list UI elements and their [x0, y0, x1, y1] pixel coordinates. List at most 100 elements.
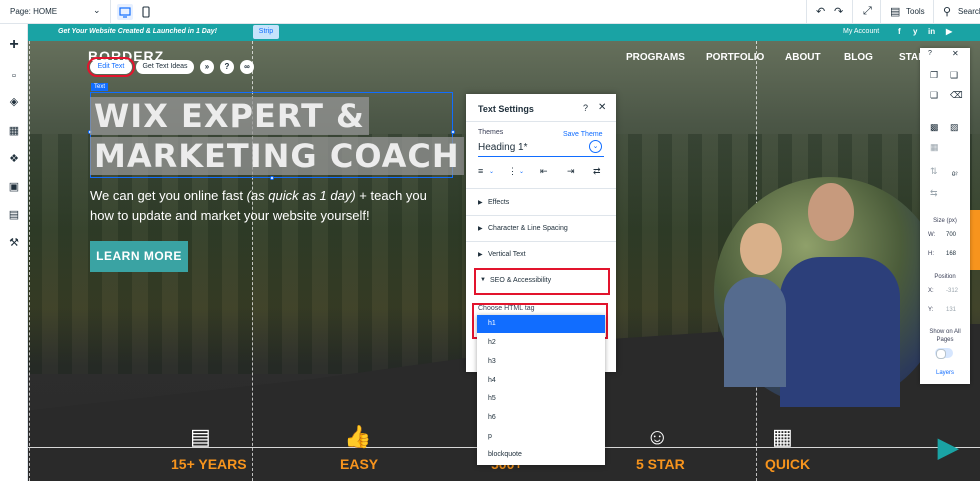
vertical-text-section[interactable]: ▶ Vertical Text [466, 242, 616, 268]
panel-title: Text Settings [478, 104, 534, 114]
tag-option-h4[interactable]: h4 [477, 372, 605, 390]
copy-icon[interactable]: ❐ [930, 70, 938, 81]
desktop-icon [119, 7, 131, 18]
youtube-icon[interactable]: ▶ [946, 27, 952, 36]
my-account-link[interactable]: My Account [843, 28, 879, 35]
add-apps-icon[interactable]: ❖ [6, 152, 22, 166]
height-label: H: [928, 251, 934, 257]
chevron-right-icon: ▶ [478, 226, 483, 232]
divider [880, 0, 881, 24]
facebook-icon[interactable]: f [898, 27, 901, 36]
indent-decrease-icon[interactable]: ⇤ [540, 166, 548, 177]
align-icon[interactable]: ▦ [930, 142, 939, 153]
smiley-icon: ☺ [646, 424, 669, 449]
paste-icon[interactable]: ❑ [950, 70, 958, 81]
undo-icon[interactable]: ↶ [816, 5, 825, 18]
person-body [724, 277, 786, 387]
page-selector[interactable]: Page: HOME [10, 7, 57, 16]
save-theme-link[interactable]: Save Theme [563, 131, 603, 138]
tag-option-h1[interactable]: h1 [477, 315, 605, 333]
rotation-value[interactable]: 0° [952, 172, 958, 178]
stat-easy: EASY [340, 456, 379, 472]
seo-accessibility-section[interactable]: ▼ SEO & Accessibility [474, 268, 610, 295]
chevron-right-icon: ▶ [478, 200, 483, 206]
gridline [29, 41, 30, 481]
edit-text-button[interactable]: Edit Text [87, 57, 135, 77]
divider [466, 121, 616, 122]
editor-left-bar: + ▫ ◈ ▦ ❖ ▣ ▤ ⚒ [0, 24, 28, 481]
resize-handle[interactable] [270, 176, 274, 180]
html-tag-dropdown[interactable]: h1 h2 h3 h4 h5 h6 p blockquote [477, 315, 605, 465]
tag-option-h3[interactable]: h3 [477, 353, 605, 371]
help-icon[interactable]: ? [583, 103, 588, 113]
tag-option-blockquote[interactable]: blockquote [477, 446, 605, 464]
chevron-down-icon[interactable]: ⌄ [589, 140, 602, 153]
section-label: Vertical Text [488, 251, 526, 258]
search-button[interactable]: Search [958, 7, 980, 16]
match-size-icon[interactable]: ⇆ [930, 188, 938, 199]
character-spacing-section[interactable]: ▶ Character & Line Spacing [466, 216, 616, 242]
animation-icon[interactable]: » [200, 60, 214, 74]
chevron-down-icon[interactable]: ⌄ [489, 168, 494, 175]
duplicate-icon[interactable]: ❏ [930, 90, 938, 101]
close-icon[interactable]: ✕ [952, 49, 959, 58]
arrange-back-icon[interactable]: ▨ [950, 122, 959, 133]
apps-icon[interactable]: ▦ [6, 124, 22, 138]
align-icon[interactable]: ≡ [478, 166, 483, 176]
text-direction-icon[interactable]: ⇄ [593, 166, 601, 177]
media-icon[interactable]: ▣ [6, 180, 22, 194]
top-strip[interactable]: Get Your Website Created & Launched in 1… [28, 24, 980, 41]
linkedin-icon[interactable]: in [928, 27, 935, 36]
team-photo[interactable] [714, 177, 944, 407]
tag-option-p[interactable]: p [477, 428, 605, 446]
y-value[interactable]: 131 [946, 307, 956, 313]
pages-icon[interactable]: ▫ [6, 69, 22, 83]
delete-icon[interactable]: ⌫ [950, 90, 963, 101]
help-icon[interactable]: ? [928, 50, 932, 57]
cms-icon[interactable]: ▤ [6, 208, 22, 222]
link-icon[interactable]: ∞ [240, 60, 254, 74]
strip-label[interactable]: Strip [253, 25, 279, 39]
close-icon[interactable]: ✕ [598, 102, 606, 113]
effects-section[interactable]: ▶ Effects [466, 190, 616, 216]
twitter-icon[interactable]: y [913, 27, 917, 36]
help-icon[interactable]: ? [220, 60, 234, 74]
nav-blog[interactable]: BLOG [844, 52, 873, 63]
business-icon[interactable]: ⚒ [6, 236, 22, 250]
nav-portfolio[interactable]: PORTFOLIO [706, 52, 764, 63]
hero-title[interactable]: WIX EXPERT & MARKETING COACH [90, 96, 464, 176]
hero-subtitle[interactable]: We can get you online fast (as quick as … [90, 186, 450, 226]
search-icon[interactable]: ⚲ [943, 5, 951, 18]
tag-option-h2[interactable]: h2 [477, 334, 605, 352]
add-elements-icon[interactable]: + [6, 37, 22, 53]
divider [466, 188, 616, 189]
stat-years: 15+ YEARS [171, 456, 247, 472]
mobile-view-button[interactable] [138, 4, 154, 20]
tag-option-h5[interactable]: h5 [477, 390, 605, 408]
tools-icon[interactable]: ▤ [890, 5, 900, 18]
layers-link[interactable]: Layers [920, 370, 970, 376]
nav-about[interactable]: ABOUT [785, 52, 821, 63]
size-label: Size (px) [933, 218, 957, 224]
bullets-icon[interactable]: ⋮ [508, 166, 517, 177]
chevron-down-icon[interactable]: ⌄ [519, 168, 524, 175]
tag-option-h6[interactable]: h6 [477, 409, 605, 427]
theme-dropdown[interactable]: Heading 1* [478, 142, 527, 153]
hero-title-line1: WIX EXPERT & [90, 97, 369, 135]
desktop-view-button[interactable] [117, 4, 133, 20]
nav-programs[interactable]: PROGRAMS [626, 52, 685, 63]
show-all-pages-toggle[interactable] [935, 348, 953, 359]
chevron-down-icon[interactable]: ⌄ [93, 5, 101, 16]
x-value[interactable]: -312 [946, 288, 958, 294]
zoom-out-icon[interactable]: ⤢ [863, 5, 872, 18]
tools-button[interactable]: Tools [906, 7, 925, 16]
width-value[interactable]: 700 [946, 232, 956, 238]
learn-more-button[interactable]: LEARN MORE [90, 241, 188, 272]
redo-icon[interactable]: ↷ [834, 5, 843, 18]
get-text-ideas-button[interactable]: Get Text Ideas [136, 60, 194, 74]
height-value[interactable]: 168 [946, 251, 956, 257]
design-icon[interactable]: ◈ [6, 95, 22, 109]
arrange-icon[interactable]: ▩ [930, 122, 939, 133]
distribute-icon[interactable]: ⇅ [930, 166, 938, 177]
indent-increase-icon[interactable]: ⇥ [567, 166, 575, 177]
